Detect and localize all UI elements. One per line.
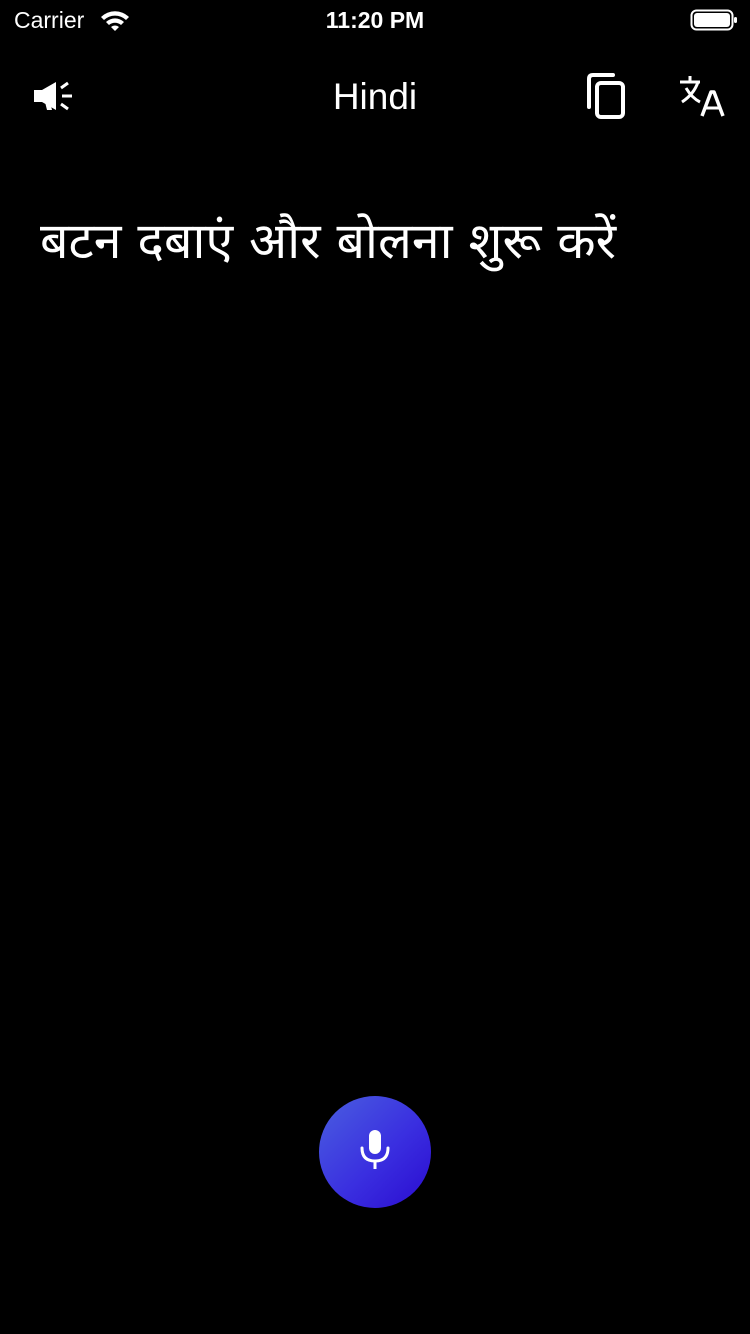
microphone-icon [357, 1128, 393, 1176]
clock: 11:20 PM [325, 7, 425, 33]
copy-icon [585, 73, 627, 123]
page-title: Hindi [332, 76, 418, 117]
prompt-text: बटन दबाएं और बोलना शुरू करें [40, 212, 617, 270]
speaker-button[interactable] [26, 72, 82, 124]
copy-button[interactable] [578, 68, 634, 128]
battery-icon [690, 8, 738, 32]
status-bar: Carrier 11:20 PM [0, 0, 750, 40]
speaker-icon [32, 79, 76, 117]
translate-icon [678, 72, 726, 124]
header: Hindi [0, 58, 750, 138]
translate-button[interactable] [672, 68, 732, 128]
microphone-button[interactable] [319, 1096, 431, 1208]
